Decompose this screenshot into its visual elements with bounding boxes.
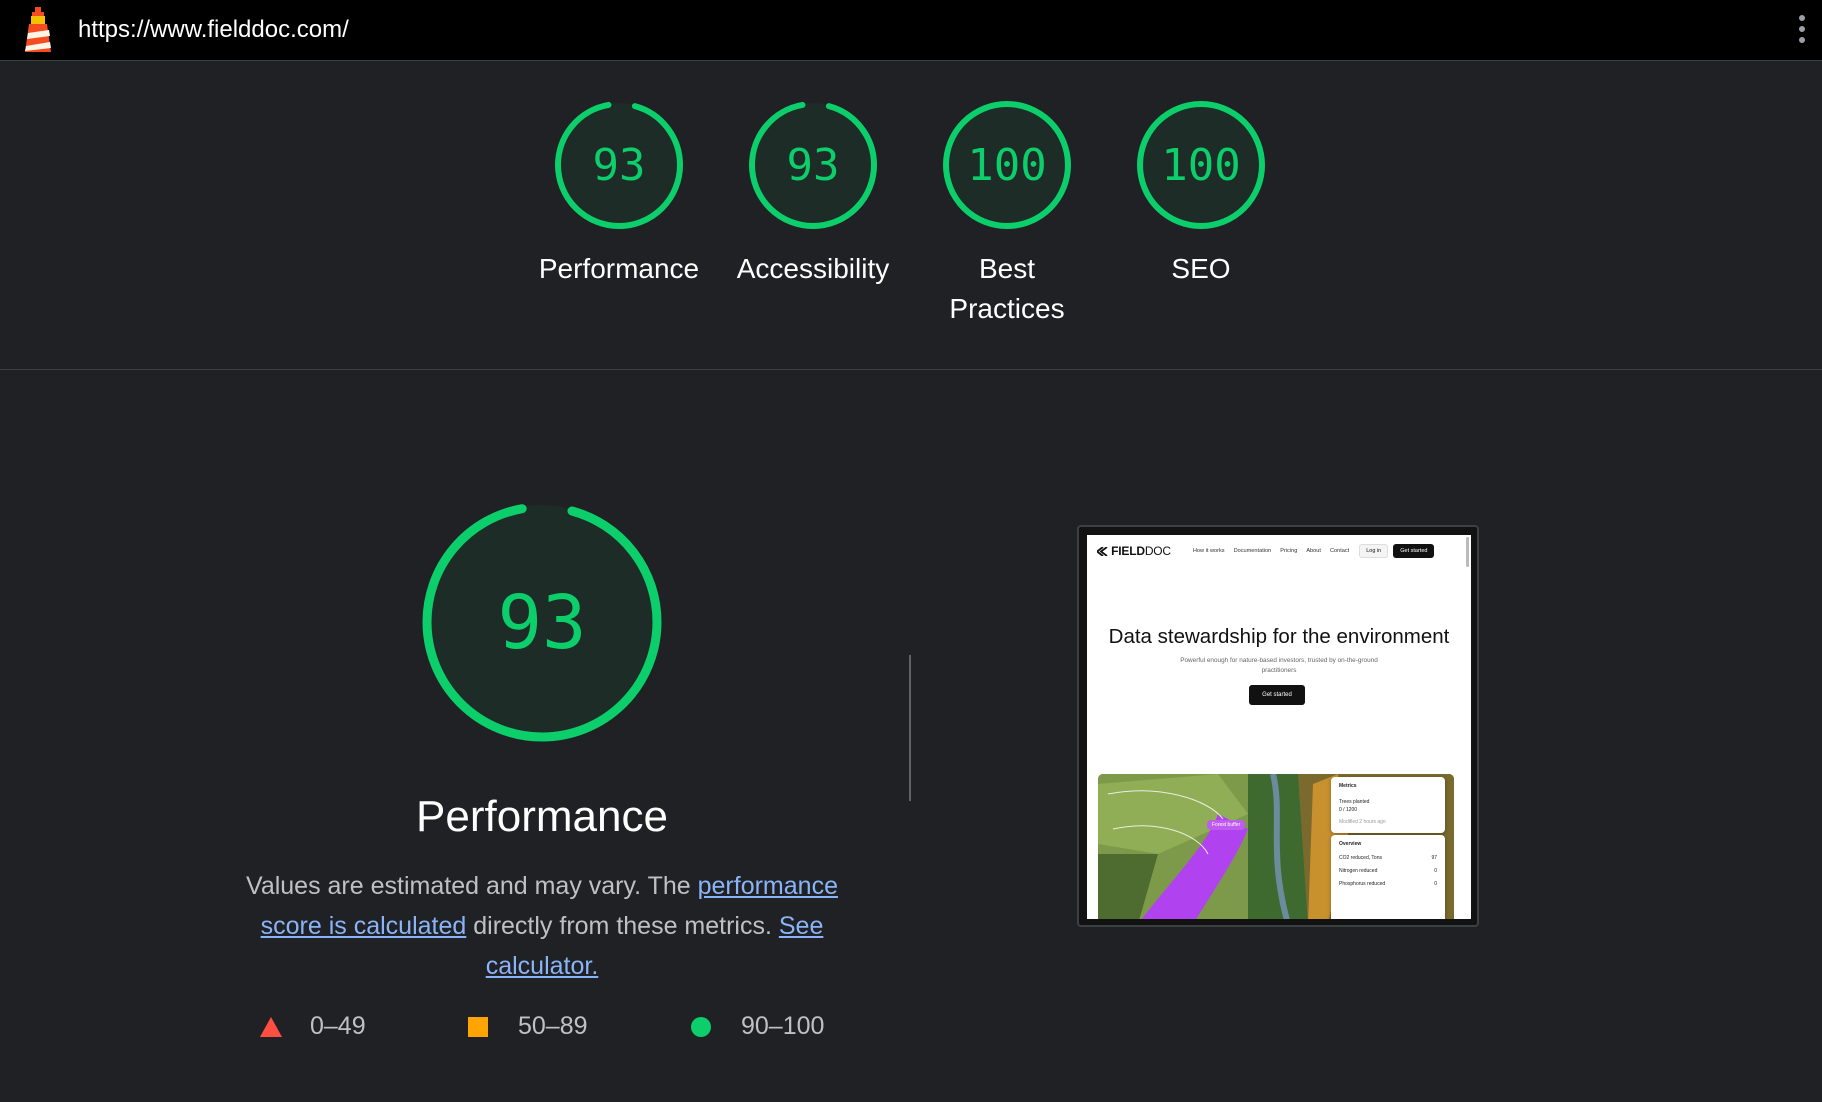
- section-divider: [909, 655, 911, 801]
- gauge-label: SEO: [1171, 253, 1231, 284]
- overview-row-label: Nitrogen reduced: [1339, 868, 1378, 874]
- gauge-label: Performance: [538, 253, 700, 284]
- triangle-fail-icon: [260, 1016, 282, 1037]
- legend-range: 90–100: [741, 1012, 825, 1040]
- aerial-map-image: Forest buffer Metrics Trees planted 0 / …: [1098, 774, 1454, 919]
- gauge-seo-ring: 100: [1137, 101, 1265, 229]
- nav-about: About: [1306, 548, 1321, 554]
- screenshot-page: FIELDDOC How it works Documentation Pric…: [1087, 535, 1471, 919]
- page-url[interactable]: https://www.fielddoc.com/: [78, 16, 349, 44]
- site-nav-links: How it works Documentation Pricing About…: [1193, 548, 1349, 554]
- hero-title: Data stewardship for the environment: [1108, 625, 1450, 648]
- map-pill: Forest buffer: [1207, 820, 1246, 830]
- gauge-performance[interactable]: 93 Performance: [522, 99, 716, 289]
- legend-fail: 0–49: [260, 1012, 366, 1041]
- circle-pass-icon: [691, 1016, 711, 1037]
- metrics-card-title: Metrics: [1339, 783, 1357, 789]
- performance-section: 93 Performance Values are estimated and …: [0, 372, 1822, 1102]
- site-login-button: Log in: [1359, 544, 1389, 558]
- logo-thin: DOC: [1144, 544, 1171, 558]
- overview-row-value: 0: [1434, 868, 1437, 874]
- overview-row-label: CO2 reduced, Tons: [1339, 855, 1382, 861]
- desc-text: Values are estimated and may vary. The: [246, 872, 698, 900]
- gauge-label: Best Practices: [949, 253, 1065, 324]
- overview-card-title: Overview: [1339, 841, 1362, 847]
- gauge-score: 100: [1161, 140, 1240, 191]
- site-get-started-button: Get started: [1393, 544, 1435, 558]
- gauge-score: 93: [593, 140, 646, 191]
- overview-row-value: 0: [1434, 881, 1437, 887]
- desc-text-middle: directly from these metrics.: [466, 912, 779, 940]
- performance-score: 93: [497, 580, 586, 666]
- overview-card: Overview CO2 reduced, Tons 97 Nitrogen r…: [1331, 835, 1445, 919]
- kebab-menu-icon[interactable]: [1794, 12, 1810, 48]
- nav-documentation: Documentation: [1233, 548, 1272, 554]
- final-screenshot[interactable]: FIELDDOC How it works Documentation Pric…: [1077, 525, 1479, 927]
- gauge-score: 100: [967, 140, 1046, 191]
- nav-contact: Contact: [1329, 548, 1350, 554]
- square-average-icon: [468, 1016, 488, 1037]
- metrics-card-line: Trees planted: [1339, 799, 1370, 805]
- legend-range: 0–49: [310, 1012, 366, 1040]
- metrics-card-value: 0 / 1200: [1339, 807, 1358, 813]
- legend-average: 50–89: [468, 1012, 588, 1041]
- legend-range: 50–89: [518, 1012, 588, 1040]
- overview-row-value: 97: [1431, 855, 1437, 861]
- gauge-label: Accessibility: [736, 253, 890, 284]
- performance-description: Values are estimated and may vary. The p…: [225, 866, 859, 986]
- site-logo: FIELDDOC: [1095, 544, 1171, 558]
- lighthouse-icon[interactable]: [20, 6, 56, 54]
- hero-subtitle: Powerful enough for nature-based investo…: [1180, 657, 1378, 674]
- performance-gauge-large[interactable]: 93: [418, 498, 666, 746]
- gauge-score: 93: [787, 140, 840, 191]
- score-summary: 93 Performance 93 Accessibility 100 Best…: [0, 62, 1822, 370]
- gauge-seo[interactable]: 100 SEO: [1104, 99, 1298, 289]
- overview-row-label: Phosphorus reduced: [1339, 881, 1386, 887]
- nav-how-it-works: How it works: [1192, 548, 1225, 554]
- site-nav: FIELDDOC How it works Documentation Pric…: [1095, 541, 1461, 561]
- metrics-card: Metrics Trees planted 0 / 1200 Modified …: [1331, 777, 1445, 833]
- performance-title: Performance: [416, 792, 668, 841]
- gauge-accessibility[interactable]: 93 Accessibility: [716, 99, 910, 289]
- gauge-performance-ring: 93: [555, 101, 683, 229]
- legend-pass: 90–100: [691, 1012, 824, 1041]
- gauge-accessibility-ring: 93: [749, 101, 877, 229]
- metrics-card-updated: Modified 2 hours ago: [1339, 819, 1386, 825]
- logo-strong: FIELD: [1111, 544, 1145, 558]
- gauge-best-practices[interactable]: 100 Best Practices: [910, 99, 1104, 329]
- gauge-best-practices-ring: 100: [943, 101, 1071, 229]
- screenshot-scrollbar: [1466, 537, 1469, 567]
- top-bar: https://www.fielddoc.com/: [0, 0, 1822, 61]
- hero-get-started-button: Get started: [1249, 685, 1305, 705]
- nav-pricing: Pricing: [1280, 548, 1298, 554]
- fielddoc-logo-icon: [1095, 546, 1108, 557]
